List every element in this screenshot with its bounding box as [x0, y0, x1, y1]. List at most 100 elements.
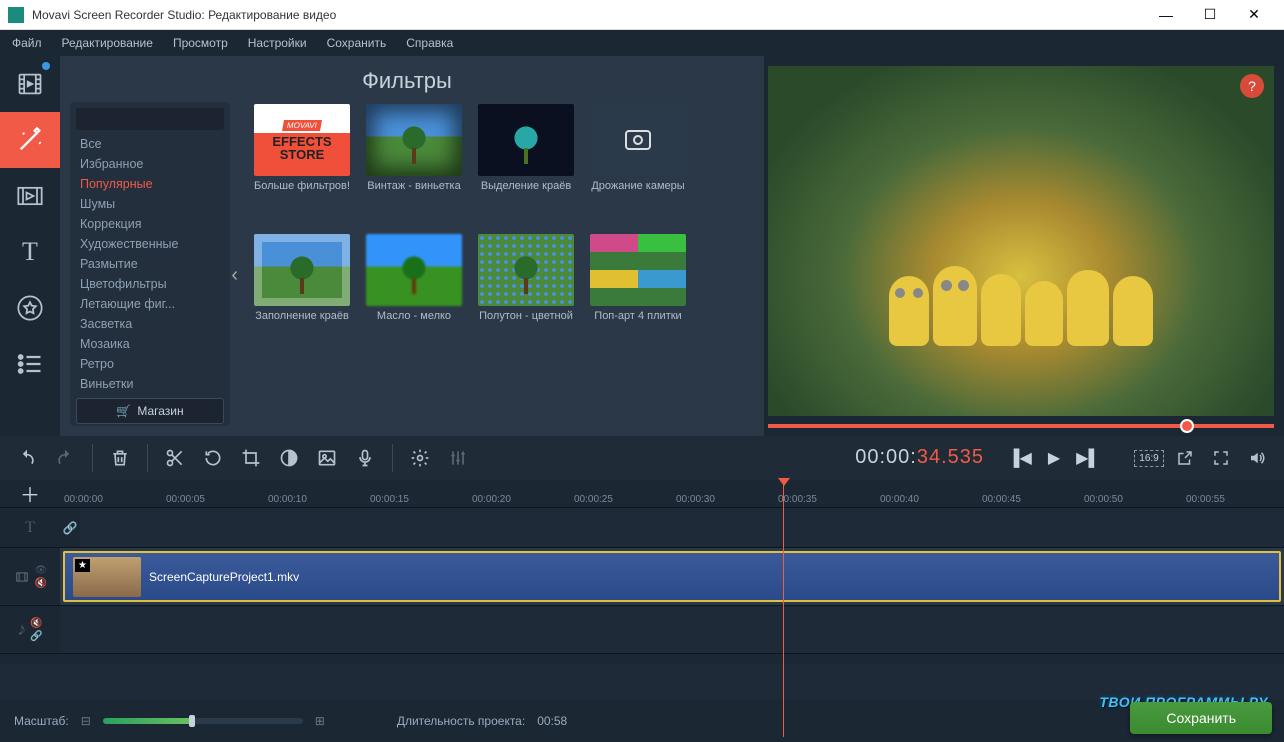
thumbnail-image: [590, 104, 686, 176]
list-icon: [16, 350, 44, 378]
title-track[interactable]: [80, 508, 1284, 547]
store-button[interactable]: 🛒 Магазин: [76, 398, 224, 424]
clip-thumbnail: ★: [73, 557, 141, 597]
category-item[interactable]: Ретро: [76, 354, 224, 374]
image-button[interactable]: [310, 441, 344, 475]
menu-save[interactable]: Сохранить: [327, 36, 387, 50]
duration-value: 00:58: [537, 714, 567, 728]
filters-panel: Фильтры ВсеИзбранноеПопулярныеШумыКоррек…: [60, 56, 764, 436]
category-item[interactable]: Виньетки: [76, 374, 224, 394]
equalizer-button[interactable]: [441, 441, 475, 475]
filter-thumbnail[interactable]: Заполнение краёв: [252, 234, 352, 354]
filter-search-input[interactable]: [76, 108, 224, 130]
video-track[interactable]: ★ ScreenCaptureProject1.mkv: [60, 548, 1284, 605]
tab-stickers[interactable]: [0, 280, 60, 336]
magic-wand-icon: [16, 126, 44, 154]
play-button[interactable]: ▶: [1038, 442, 1070, 474]
category-item[interactable]: Размытие: [76, 254, 224, 274]
minimize-button[interactable]: —: [1144, 1, 1188, 29]
zoom-slider[interactable]: [103, 718, 303, 724]
crop-button[interactable]: [234, 441, 268, 475]
tab-more[interactable]: [0, 336, 60, 392]
menu-help[interactable]: Справка: [406, 36, 453, 50]
playhead[interactable]: [783, 480, 784, 737]
preview-video[interactable]: [768, 66, 1274, 416]
video-track-controls[interactable]: 👁🔇: [35, 565, 48, 589]
ruler-tick: 00:00:30: [676, 494, 715, 505]
tab-titles[interactable]: T: [0, 224, 60, 280]
delete-button[interactable]: [103, 441, 137, 475]
volume-button[interactable]: [1240, 441, 1274, 475]
category-item[interactable]: Избранное: [76, 154, 224, 174]
clip-star-icon: ★: [75, 559, 90, 572]
category-item[interactable]: Летающие фиг...: [76, 294, 224, 314]
filter-thumbnail[interactable]: Полутон - цветной: [476, 234, 576, 354]
undo-button[interactable]: [10, 441, 44, 475]
prev-frame-button[interactable]: ▐◀: [1004, 442, 1036, 474]
ruler-tick: 00:00:05: [166, 494, 205, 505]
next-frame-button[interactable]: ▶▌: [1072, 442, 1104, 474]
preview-progress[interactable]: [768, 424, 1274, 428]
statusbar: Масштаб: ⊟ ⊞ Длительность проекта: 00:58…: [0, 700, 1284, 742]
filter-thumbnail[interactable]: Поп-арт 4 плитки: [588, 234, 688, 354]
maximize-button[interactable]: ☐: [1188, 1, 1232, 29]
tab-filters[interactable]: [0, 112, 60, 168]
audio-track[interactable]: [60, 606, 1284, 653]
title-track-link[interactable]: 🔗: [60, 508, 80, 547]
category-item[interactable]: Цветофильтры: [76, 274, 224, 294]
category-item[interactable]: Коррекция: [76, 214, 224, 234]
filter-thumbnail[interactable]: Масло - мелко: [364, 234, 464, 354]
fullscreen-button[interactable]: [1204, 441, 1238, 475]
collapse-panel-icon[interactable]: ‹: [231, 264, 238, 287]
zoom-out-icon[interactable]: ⊟: [81, 714, 91, 728]
window-title: Movavi Screen Recorder Studio: Редактиро…: [32, 8, 1144, 22]
tab-transitions[interactable]: [0, 168, 60, 224]
aspect-ratio-button[interactable]: 16:9: [1132, 441, 1166, 475]
tab-media[interactable]: [0, 56, 60, 112]
timeline-ruler[interactable]: 00:00:0000:00:0500:00:1000:00:1500:00:20…: [60, 480, 1284, 507]
rotate-button[interactable]: [196, 441, 230, 475]
help-button[interactable]: ?: [1240, 74, 1264, 98]
zoom-in-icon[interactable]: ⊞: [315, 714, 325, 728]
progress-handle[interactable]: [1180, 419, 1194, 433]
category-item[interactable]: Засветка: [76, 314, 224, 334]
zoom-label: Масштаб:: [14, 714, 69, 728]
menu-file[interactable]: Файл: [12, 36, 42, 50]
category-item[interactable]: Художественные: [76, 234, 224, 254]
mic-button[interactable]: [348, 441, 382, 475]
filter-thumbnail[interactable]: Выделение краёв: [476, 104, 576, 224]
category-item[interactable]: Все: [76, 134, 224, 154]
redo-button[interactable]: [48, 441, 82, 475]
color-adjust-button[interactable]: [272, 441, 306, 475]
preview-panel: ?: [764, 56, 1284, 436]
window-titlebar: Movavi Screen Recorder Studio: Редактиро…: [0, 0, 1284, 30]
menu-edit[interactable]: Редактирование: [62, 36, 153, 50]
title-track-head: T: [0, 508, 60, 547]
category-item[interactable]: Популярные: [76, 174, 224, 194]
category-item[interactable]: Шумы: [76, 194, 224, 214]
thumbnail-label: Больше фильтров!: [254, 180, 350, 193]
add-track-button[interactable]: ＋: [20, 479, 40, 508]
menubar: Файл Редактирование Просмотр Настройки С…: [0, 30, 1284, 56]
video-clip[interactable]: ★ ScreenCaptureProject1.mkv: [63, 551, 1281, 602]
menu-settings[interactable]: Настройки: [248, 36, 307, 50]
close-button[interactable]: ✕: [1232, 1, 1276, 29]
filter-thumbnail[interactable]: MOVAVIEFFECTSSTORE Больше фильтров!: [252, 104, 352, 224]
audio-track-controls[interactable]: 🔇🔗: [30, 618, 42, 642]
detach-preview-button[interactable]: [1168, 441, 1202, 475]
thumbnail-image: [254, 234, 350, 306]
thumbnail-image: [590, 234, 686, 306]
sliders-icon: [448, 448, 468, 468]
category-item[interactable]: Мозаика: [76, 334, 224, 354]
menu-view[interactable]: Просмотр: [173, 36, 228, 50]
split-button[interactable]: [158, 441, 192, 475]
thumbnail-label: Масло - мелко: [377, 310, 451, 323]
save-button[interactable]: Сохранить: [1130, 702, 1272, 734]
filter-thumbnail[interactable]: Винтаж - виньетка: [364, 104, 464, 224]
filter-thumbnail[interactable]: Дрожание камеры: [588, 104, 688, 224]
clip-properties-button[interactable]: [403, 441, 437, 475]
ruler-tick: 00:00:50: [1084, 494, 1123, 505]
app-icon: [8, 7, 24, 23]
thumbnail-image: MOVAVIEFFECTSSTORE: [254, 104, 350, 176]
timeline-scrollbar[interactable]: [0, 654, 1284, 664]
